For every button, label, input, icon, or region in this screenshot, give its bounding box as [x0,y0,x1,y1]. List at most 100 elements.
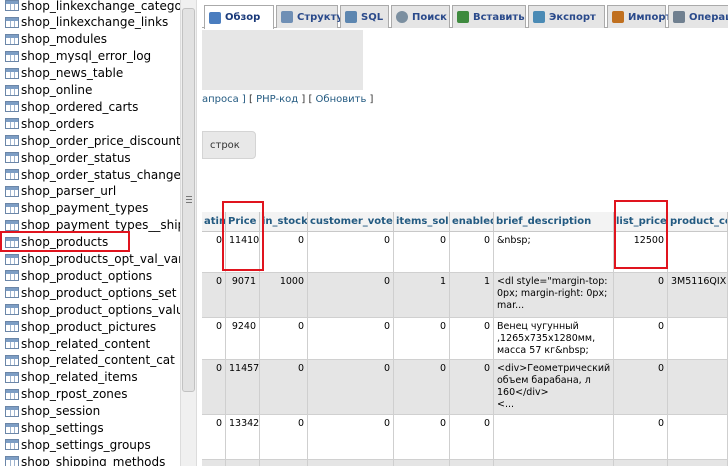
sidebar-table-item[interactable]: shop_related_content_cat [0,352,180,369]
tab-insert[interactable]: Вставить [452,5,526,28]
sidebar-table-label: shop_linkexchange_categor [21,0,180,13]
browse-icon [209,11,221,24]
table-row[interactable] [202,460,728,466]
tab-search[interactable]: Поиск [391,5,450,28]
sidebar-table-item[interactable]: shop_settings [0,420,180,437]
php-code-link[interactable]: PHP-код [256,94,298,105]
sidebar-table-item[interactable]: shop_modules [0,31,180,48]
sidebar-table-item[interactable]: shop_order_status [0,149,180,166]
insert-icon [457,11,469,23]
table-icon [5,270,19,282]
table-icon [5,152,19,164]
tab-structure[interactable]: Структура [276,5,357,28]
table-cell-list-price: 0 [614,415,668,459]
sidebar-table-item[interactable]: shop_online [0,82,180,99]
sidebar-table-label: shop_order_status_changelo [21,167,180,182]
sidebar-table-label: shop_product_options_set [21,285,177,300]
list-price-column-highlight [614,200,668,269]
table-cell-list-price [614,460,668,466]
tab-import[interactable]: Импорт [607,5,671,28]
rows-button[interactable]: строк [202,131,256,159]
table-cell-sold: 0 [394,232,450,272]
column-header[interactable]: enabled [450,212,494,232]
table-cell-rating: 0 [202,360,226,414]
table-cell-enabled: 0 [450,415,494,459]
sidebar-table-item[interactable]: shop_order_price_discount [0,132,180,149]
table-cell-rating: 0 [202,318,226,359]
table-cell-votes: 0 [308,415,394,459]
export-icon [533,11,545,23]
scrollbar-thumb[interactable] [182,8,195,392]
column-header[interactable]: customer_votes [308,212,394,232]
sidebar-table-item[interactable]: shop_mysql_error_log [0,48,180,65]
sidebar-table-item[interactable]: shop_related_items [0,369,180,386]
sidebar-table-item[interactable]: shop_order_status_changelo [0,166,180,183]
sidebar-table-item[interactable]: shop_news_table [0,65,180,82]
sidebar-scrollbar[interactable] [180,0,196,466]
sidebar-table-item[interactable]: shop_products_opt_val_varia [0,251,180,268]
table-icon [5,33,19,45]
sidebar-table-item[interactable]: shop_settings_groups [0,436,180,453]
column-header[interactable]: items_sold [394,212,450,232]
table-row[interactable]: 0 9240 0 0 0 0 Венец чугунный ,1265x735x1280мм… [202,318,728,360]
sidebar-table-item[interactable]: shop_linkexchange_links [0,14,180,31]
search-icon [396,11,408,23]
column-header[interactable]: in_stock [260,212,308,232]
sidebar-table-label: shop_mysql_error_log [21,49,152,64]
sidebar-table-item[interactable]: shop_linkexchange_categor [0,0,180,14]
table-cell-brief: <dl style="margin-top: 0px; margin-right… [494,273,614,317]
table-cell-code: 3M5116QIX [668,273,728,317]
sidebar-table-label: shop_related_content_cat [21,353,175,368]
sidebar-table-item[interactable]: shop_payment_types [0,200,180,217]
top-tab-bar: Обзор Структура SQL Поиск Вставить Экспорт Имп… [202,0,728,29]
import-icon [612,11,624,23]
sidebar-table-item[interactable]: shop_product_options_set [0,284,180,301]
table-row[interactable]: 0 13342 0 0 0 0 0 [202,415,728,460]
refresh-link[interactable]: Обновить [316,94,367,105]
table-cell-enabled [450,460,494,466]
table-icon [5,135,19,147]
edit-query-link[interactable]: апроса ] [202,94,246,105]
table-cell-code [668,232,728,272]
table-cell-list-price: 0 [614,318,668,359]
table-cell-list-price: 0 [614,360,668,414]
sidebar-table-item[interactable]: shop_session [0,403,180,420]
table-cell-brief: Венец чугунный ,1265x735x1280мм, масса 5… [494,318,614,359]
sidebar-table-item[interactable]: shop_parser_url [0,183,180,200]
table-icon [5,185,19,197]
column-header[interactable]: product_co [668,212,728,232]
table-cell-sold: 0 [394,318,450,359]
sidebar-table-item[interactable]: shop_product_options_value [0,301,180,318]
sidebar-table-item[interactable]: shop_orders [0,115,180,132]
table-icon [5,202,19,214]
table-icon [5,304,19,316]
table-row[interactable]: 0 9071 1000 0 1 1 <dl style="margin-top: 0px; … [202,273,728,318]
table-cell-enabled: 0 [450,232,494,272]
table-cell-code [668,460,728,466]
sidebar-table-label: shop_shipping_methods [21,454,166,466]
column-header[interactable]: brief_description [494,212,614,232]
tab-browse[interactable]: Обзор [204,5,274,29]
sidebar-table-item[interactable]: shop_shipping_methods [0,453,180,466]
sidebar-table-item[interactable]: shop_rpost_zones [0,386,180,403]
tab-operations[interactable]: Операции [668,5,728,28]
table-icon [5,405,19,417]
sidebar-table-item[interactable]: shop_product_pictures [0,318,180,335]
tab-sql[interactable]: SQL [340,5,389,28]
sidebar-table-item[interactable]: shop_related_content [0,335,180,352]
selected-table-highlight [0,231,130,252]
table-cell-brief [494,460,614,466]
table-cell-sold [394,460,450,466]
table-icon [5,84,19,96]
table-row[interactable]: 0 11457 0 0 0 0 <div>Геометрический объем бара… [202,360,728,415]
table-cell-price: 9071 [226,273,260,317]
table-icon [5,287,19,299]
sidebar-table-label: shop_order_price_discount [21,133,180,148]
sidebar-table-item[interactable]: shop_ordered_carts [0,98,180,115]
table-cell-price: 11457 [226,360,260,414]
sidebar-table-label: shop_product_options_value [21,302,180,317]
tab-export[interactable]: Экспорт [528,5,605,28]
table-cell-votes: 0 [308,318,394,359]
sidebar-table-item[interactable]: shop_product_options [0,267,180,284]
table-icon [5,67,19,79]
